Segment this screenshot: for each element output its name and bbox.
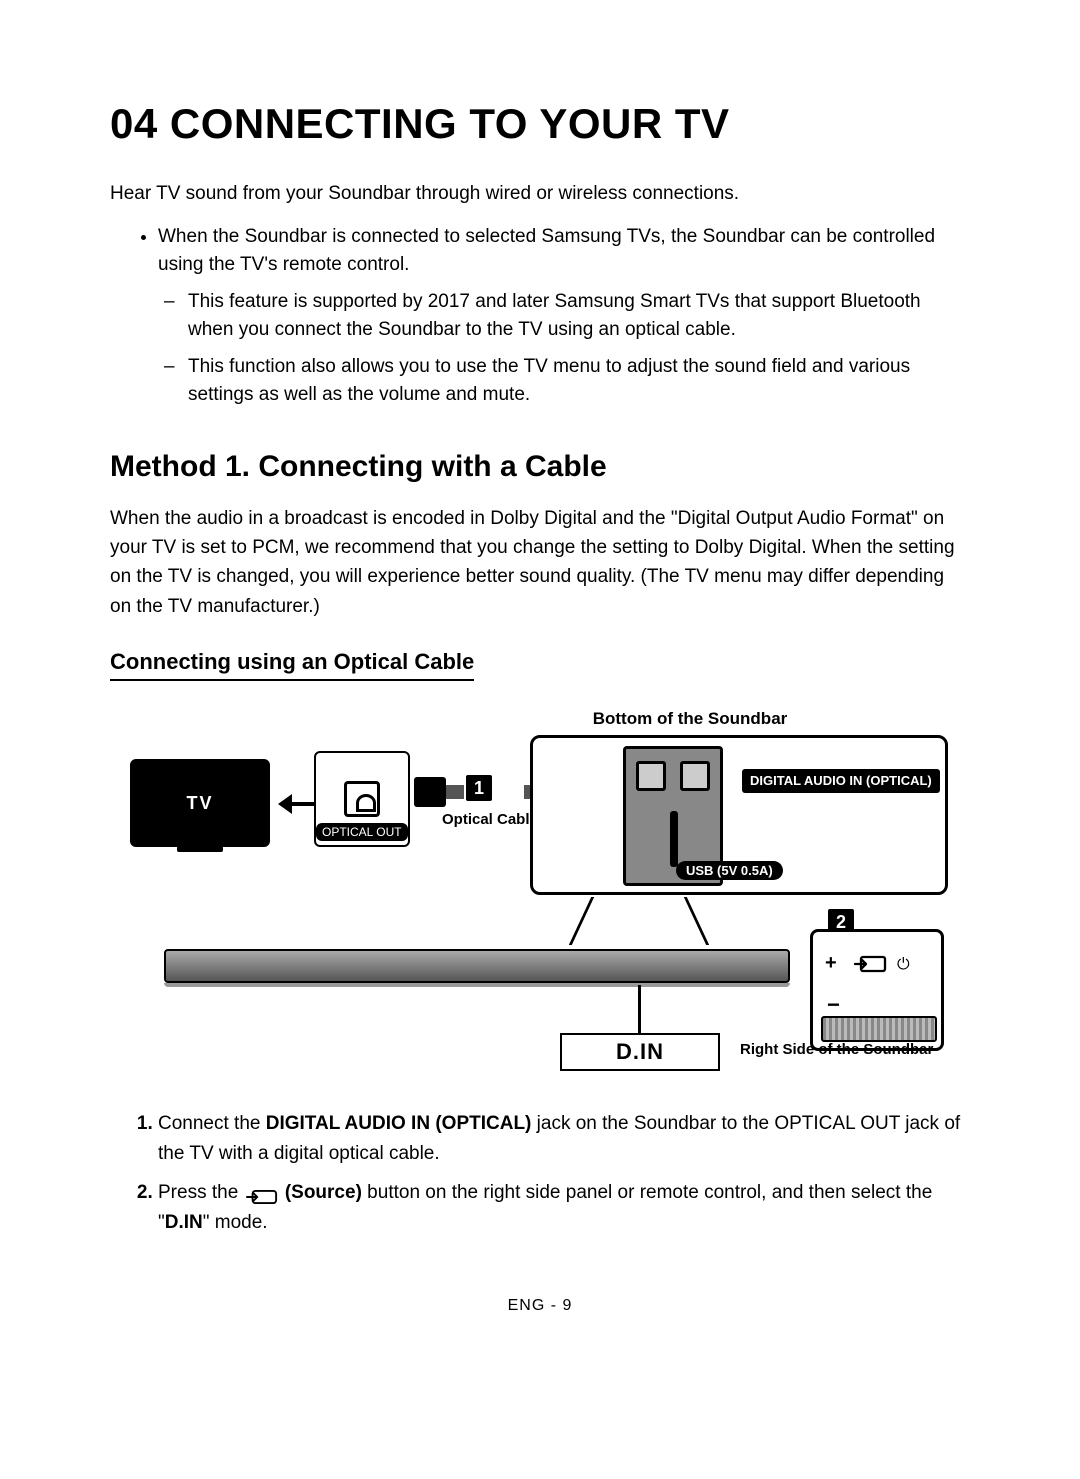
callout-line-2	[684, 897, 709, 945]
bullet-main: When the Soundbar is connected to select…	[158, 223, 970, 410]
step-1-text-a: Connect the	[158, 1113, 266, 1134]
optical-subheading: Connecting using an Optical Cable	[110, 649, 474, 681]
soundbar-aux-port-icon	[680, 761, 710, 791]
soundbar-shadow	[164, 983, 790, 987]
tv-stand	[177, 846, 223, 852]
source-button-icon	[853, 954, 887, 974]
digital-audio-in-label: DIGITAL AUDIO IN (OPTICAL)	[742, 769, 940, 793]
step-1: Connect the DIGITAL AUDIO IN (OPTICAL) j…	[158, 1109, 970, 1168]
step-2-text-c: " mode.	[203, 1212, 268, 1233]
step-2-source: (Source)	[285, 1182, 362, 1203]
side-panel-grille	[821, 1016, 937, 1042]
soundbar-body-icon	[164, 949, 790, 983]
step-2: Press the (Source) button on the right s…	[158, 1178, 970, 1237]
callout-line-1	[569, 897, 594, 945]
soundbar-side-panel: + − ⏻	[810, 929, 944, 1051]
cable-plug-left-icon	[414, 777, 446, 807]
optical-cable-label: Optical Cable	[442, 811, 538, 828]
volume-down-icon: −	[827, 992, 840, 1018]
soundbar-usb-slot-icon	[670, 811, 678, 867]
step-badge-1: 1	[466, 775, 492, 801]
arrow-left-icon	[278, 792, 314, 816]
bullet-sub-2: This function also allows you to use the…	[188, 353, 970, 410]
din-callout-line	[638, 985, 641, 1033]
connection-diagram: Bottom of the Soundbar TV OPTICAL OUT 1 …	[110, 709, 970, 1079]
page-footer: ENG - 9	[110, 1297, 970, 1315]
optical-out-label: OPTICAL OUT	[316, 823, 408, 841]
right-side-label: Right Side of the Soundbar	[740, 1041, 933, 1058]
method-body: When the audio in a broadcast is encoded…	[110, 504, 970, 622]
step-1-bold: DIGITAL AUDIO IN (OPTICAL)	[266, 1113, 532, 1134]
volume-up-icon: +	[825, 952, 837, 975]
source-inline-icon	[246, 1185, 278, 1201]
step-2-din: D.IN	[165, 1212, 203, 1233]
step-2-text-a: Press the	[158, 1182, 244, 1203]
usb-label: USB (5V 0.5A)	[676, 861, 783, 880]
power-icon: ⏻	[897, 956, 910, 974]
section-title: 04 CONNECTING TO YOUR TV	[110, 100, 970, 148]
soundbar-bottom-label: Bottom of the Soundbar	[410, 709, 970, 729]
method-heading: Method 1. Connecting with a Cable	[110, 450, 970, 484]
din-display: D.IN	[560, 1033, 720, 1071]
bullet-main-text: When the Soundbar is connected to select…	[158, 226, 935, 276]
intro-text: Hear TV sound from your Soundbar through…	[110, 180, 970, 209]
optical-port-icon	[344, 781, 380, 817]
tv-icon: TV	[130, 759, 270, 847]
bullet-sub-1: This feature is supported by 2017 and la…	[188, 288, 970, 345]
soundbar-optical-port-icon	[636, 761, 666, 791]
